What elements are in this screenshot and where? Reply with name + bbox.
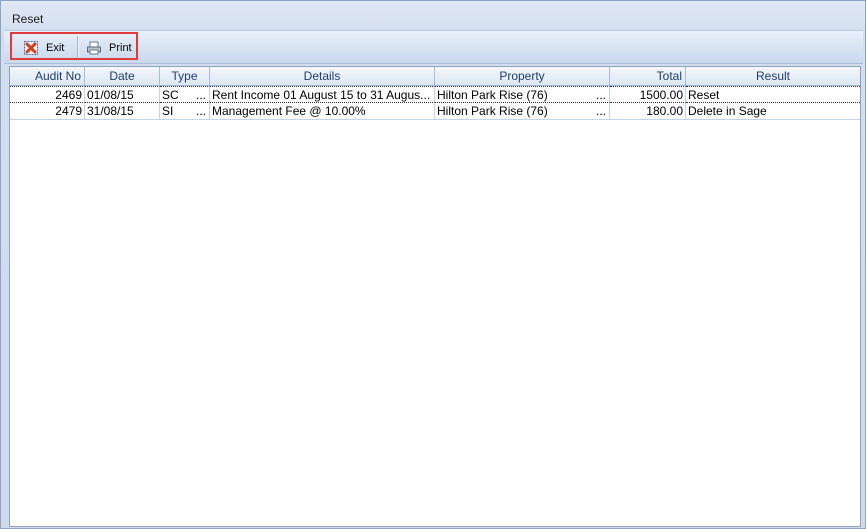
- table-row[interactable]: 2469 01/08/15 SC ... Rent Income 01 Augu…: [10, 86, 860, 103]
- cell-details: Management Fee @ 10.00%: [210, 103, 435, 120]
- column-header-property[interactable]: Property: [435, 67, 610, 85]
- cell-type-value: SC: [162, 88, 179, 102]
- window-title: Reset: [12, 12, 44, 26]
- ellipsis-button[interactable]: ...: [196, 87, 206, 102]
- cell-type-value: SI: [162, 104, 174, 118]
- cell-property-value: Hilton Park Rise (76): [437, 88, 548, 102]
- cell-result: Delete in Sage: [686, 103, 860, 120]
- cell-total: 180.00: [610, 103, 686, 120]
- cell-audit-no: 2469: [10, 86, 85, 103]
- toolbar: Exit Print: [4, 30, 863, 64]
- grid-header: Audit No Date Type Details Property Tota…: [10, 67, 860, 86]
- column-header-result[interactable]: Result: [686, 67, 860, 85]
- printer-icon: [86, 40, 102, 56]
- column-header-date[interactable]: Date: [85, 67, 160, 85]
- cell-type[interactable]: SI ...: [160, 103, 210, 120]
- cell-property[interactable]: Hilton Park Rise (76) ...: [435, 86, 610, 103]
- ellipsis-button[interactable]: ...: [196, 103, 206, 119]
- table-row[interactable]: 2479 31/08/15 SI ... Management Fee @ 10…: [10, 103, 860, 120]
- ellipsis-button[interactable]: ...: [596, 87, 606, 102]
- column-header-type[interactable]: Type: [160, 67, 210, 85]
- print-button[interactable]: Print: [86, 39, 132, 57]
- cell-date: 01/08/15: [85, 86, 160, 103]
- exit-button[interactable]: Exit: [23, 39, 64, 57]
- cell-property-value: Hilton Park Rise (76): [437, 104, 548, 118]
- cell-audit-no: 2479: [10, 103, 85, 120]
- toolbar-separator: [77, 36, 79, 58]
- column-header-audit-no[interactable]: Audit No: [10, 67, 85, 85]
- column-header-details[interactable]: Details: [210, 67, 435, 85]
- cell-property[interactable]: Hilton Park Rise (76) ...: [435, 103, 610, 120]
- cell-type[interactable]: SC ...: [160, 86, 210, 103]
- cell-total: 1500.00: [610, 86, 686, 103]
- column-header-total[interactable]: Total: [610, 67, 686, 85]
- cell-date: 31/08/15: [85, 103, 160, 120]
- ellipsis-button[interactable]: ...: [596, 103, 606, 119]
- print-label: Print: [109, 42, 132, 54]
- reset-window: Reset Exit Print Audit No Date Type Deta…: [0, 0, 866, 529]
- cell-result: Reset: [686, 86, 860, 103]
- exit-label: Exit: [46, 42, 65, 54]
- cell-details: Rent Income 01 August 15 to 31 Augus...: [210, 86, 435, 103]
- exit-icon: [23, 40, 39, 56]
- audit-grid: Audit No Date Type Details Property Tota…: [9, 66, 861, 527]
